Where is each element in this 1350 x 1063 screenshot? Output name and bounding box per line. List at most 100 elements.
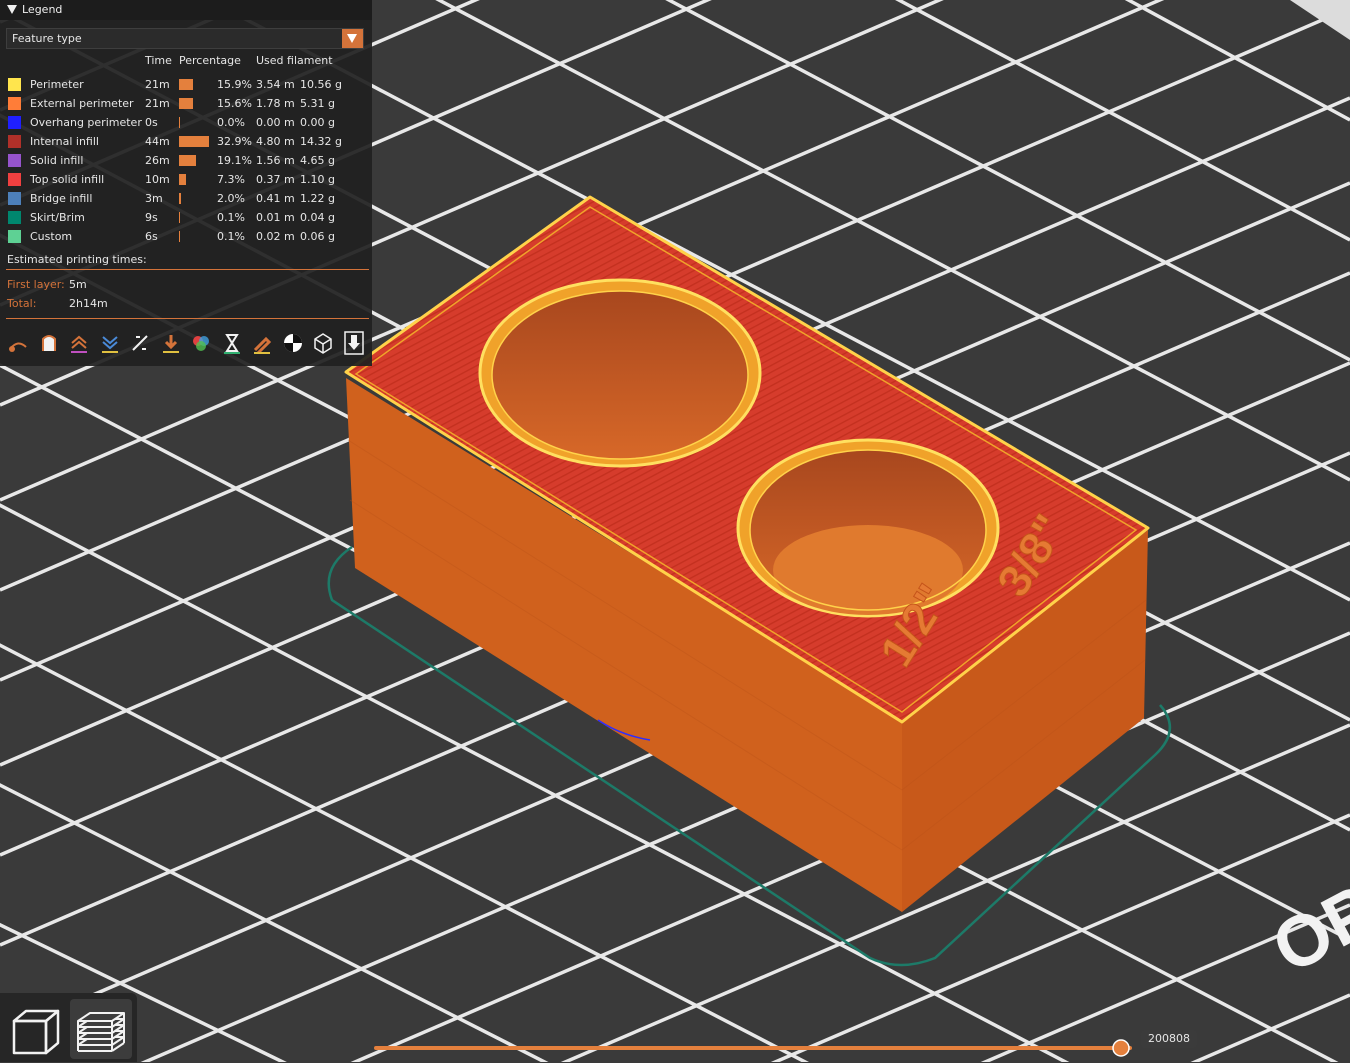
cube-icon (12, 1009, 60, 1055)
color-swatch (8, 230, 21, 243)
feature-name: Custom (30, 230, 73, 243)
total-value: 2h14m (69, 297, 108, 310)
color-swatch (8, 154, 21, 167)
bed-corner-text: OP (1260, 870, 1350, 989)
feature-length: 0.01 m (256, 211, 295, 224)
first-layer-label: First layer: (7, 278, 65, 291)
percentage-bar (179, 136, 209, 147)
feature-name: Top solid infill (30, 173, 105, 186)
feature-name: Internal infill (30, 135, 99, 148)
slider-value-label: 200808 (1141, 1030, 1197, 1048)
feature-weight: 4.65 g (300, 154, 335, 167)
feature-row[interactable]: Top solid infill 10m 7.3% 0.37 m 1.10 g (0, 171, 372, 190)
feature-percentage: 0.1% (217, 230, 245, 243)
total-label: Total: (7, 297, 37, 310)
feature-row[interactable]: Custom 6s 0.1% 0.02 m 0.06 g (0, 228, 372, 247)
first-layer-value: 5m (69, 278, 87, 291)
feature-name: External perimeter (30, 97, 134, 110)
chevron-down-icon (347, 34, 357, 43)
feature-time: 3m (145, 192, 163, 205)
feature-weight: 0.00 g (300, 116, 335, 129)
color-swatch (8, 173, 21, 186)
estimated-times-label: Estimated printing times: (7, 253, 147, 266)
feature-length: 1.78 m (256, 97, 295, 110)
travel-icon[interactable] (6, 331, 30, 355)
wipe-icon[interactable] (37, 331, 61, 355)
feature-time: 0s (145, 116, 158, 129)
feature-time: 21m (145, 78, 170, 91)
percentage-bar (179, 98, 193, 109)
feature-name: Perimeter (30, 78, 84, 91)
legend-header[interactable]: Legend (0, 0, 372, 20)
feature-weight: 14.32 g (300, 135, 342, 148)
feature-name: Solid infill (30, 154, 84, 167)
separator (6, 318, 369, 319)
percentage-bar (179, 174, 186, 185)
feature-percentage: 15.6% (217, 97, 252, 110)
feature-length: 1.56 m (256, 154, 295, 167)
feature-percentage: 2.0% (217, 192, 245, 205)
feature-length: 0.00 m (256, 116, 295, 129)
custom-gcodes-icon[interactable] (250, 331, 274, 355)
small-hole (736, 438, 1000, 618)
tool-marker-icon[interactable] (342, 331, 366, 355)
seams-icon[interactable] (128, 331, 152, 355)
feature-length: 0.02 m (256, 230, 295, 243)
percentage-bar (179, 212, 180, 223)
feature-length: 4.80 m (256, 135, 295, 148)
feature-percentage: 32.9% (217, 135, 252, 148)
feature-time: 26m (145, 154, 170, 167)
feature-weight: 10.56 g (300, 78, 342, 91)
retractions-icon[interactable] (67, 331, 91, 355)
feature-percentage: 0.1% (217, 211, 245, 224)
feature-percentage: 19.1% (217, 154, 252, 167)
center-of-gravity-icon[interactable] (281, 331, 305, 355)
feature-name: Skirt/Brim (30, 211, 85, 224)
feature-row[interactable]: Solid infill 26m 19.1% 1.56 m 4.65 g (0, 152, 372, 171)
feature-weight: 1.10 g (300, 173, 335, 186)
view-mode-toggle (0, 993, 137, 1062)
legend-title: Legend (22, 3, 63, 16)
printed-model: 1/2" 3/8" (344, 195, 1150, 912)
horizontal-layer-slider[interactable] (374, 1046, 1132, 1050)
color-changes-icon[interactable] (189, 331, 213, 355)
preview-layers-button[interactable] (70, 999, 132, 1059)
3d-view-button[interactable] (4, 999, 66, 1059)
slider-thumb[interactable] (1112, 1039, 1130, 1057)
feature-weight: 1.22 g (300, 192, 335, 205)
feature-percentage: 7.3% (217, 173, 245, 186)
collapse-triangle-icon[interactable] (7, 5, 17, 14)
feature-weight: 5.31 g (300, 97, 335, 110)
separator (6, 269, 369, 270)
color-swatch (8, 97, 21, 110)
feature-row[interactable]: Perimeter 21m 15.9% 3.54 m 10.56 g (0, 76, 372, 95)
color-swatch (8, 116, 21, 129)
feature-name: Bridge infill (30, 192, 93, 205)
color-swatch (8, 211, 21, 224)
feature-time: 9s (145, 211, 158, 224)
feature-time: 6s (145, 230, 158, 243)
view-type-dropdown[interactable]: Feature type (6, 28, 364, 49)
dropdown-arrow-button[interactable] (342, 29, 363, 48)
column-header-time: Time (145, 54, 172, 67)
feature-length: 0.37 m (256, 173, 295, 186)
feature-length: 3.54 m (256, 78, 295, 91)
color-swatch (8, 78, 21, 91)
pause-prints-icon[interactable] (220, 331, 244, 355)
color-swatch (8, 192, 21, 205)
feature-row[interactable]: Bridge infill 3m 2.0% 0.41 m 1.22 g (0, 190, 372, 209)
feature-row[interactable]: Internal infill 44m 32.9% 4.80 m 14.32 g (0, 133, 372, 152)
percentage-bar (179, 79, 193, 90)
column-header-percentage: Percentage (179, 54, 241, 67)
feature-row[interactable]: Skirt/Brim 9s 0.1% 0.01 m 0.04 g (0, 209, 372, 228)
feature-percentage: 15.9% (217, 78, 252, 91)
feature-row[interactable]: Overhang perimeter 0s 0.0% 0.00 m 0.00 g (0, 114, 372, 133)
shells-icon[interactable] (311, 331, 335, 355)
feature-percentage: 0.0% (217, 116, 245, 129)
tool-changes-icon[interactable] (159, 331, 183, 355)
feature-name: Overhang perimeter (30, 116, 142, 129)
feature-weight: 0.06 g (300, 230, 335, 243)
column-header-used-filament: Used filament (256, 54, 333, 67)
feature-row[interactable]: External perimeter 21m 15.6% 1.78 m 5.31 g (0, 95, 372, 114)
deretractions-icon[interactable] (98, 331, 122, 355)
